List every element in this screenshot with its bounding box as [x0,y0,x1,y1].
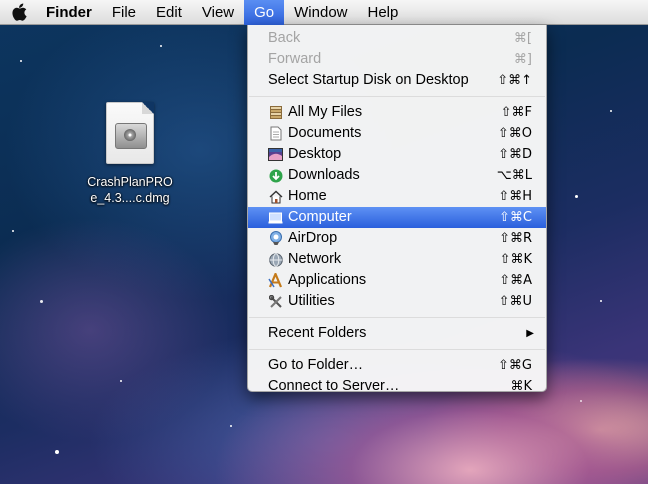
menu-item-label: Go to Folder… [268,357,364,373]
menu-item-documents[interactable]: Documents ⇧⌘O [248,123,546,144]
disk-image-icon[interactable] [106,102,154,164]
menu-item-label: Connect to Server… [268,378,400,394]
star [610,110,612,112]
shortcut: ⇧⌘D [498,147,532,162]
menu-item-label: Home [288,188,327,204]
menu-window[interactable]: Window [284,0,357,25]
star [575,195,578,198]
menu-item-desktop[interactable]: Desktop ⇧⌘D [248,144,546,165]
desktop-file-dmg[interactable]: CrashPlanPRO e_4.3....c.dmg [74,102,186,206]
menu-help[interactable]: Help [358,0,409,25]
shortcut: ⇧⌘A [499,273,532,288]
go-menu: Back ⌘[ Forward ⌘] Select Startup Disk o… [247,25,547,394]
menu-item-utilities[interactable]: Utilities ⇧⌘U [248,291,546,312]
documents-icon [268,126,283,141]
menu-item-computer[interactable]: Computer ⇧⌘C [248,207,546,228]
menu-item-home[interactable]: Home ⇧⌘H [248,186,546,207]
network-icon [268,252,283,267]
menu-separator [249,317,545,318]
menu-item-label: Downloads [288,167,360,183]
apple-logo-icon[interactable] [0,0,40,25]
menu-separator [249,349,545,350]
menu-go[interactable]: Go [244,0,285,25]
desktop-file-label: CrashPlanPRO e_4.3....c.dmg [74,174,186,206]
shortcut: ⌘] [513,52,532,67]
airdrop-icon [268,231,283,246]
menu-item-label: Network [288,251,342,267]
menu-item-recent-folders[interactable]: Recent Folders ▶ [248,323,546,344]
file-label-line2: e_4.3....c.dmg [90,191,170,205]
star [230,425,232,427]
submenu-arrow-icon: ▶ [526,328,534,339]
menu-item-label: Select Startup Disk on Desktop [268,72,469,88]
menu-item-label: Applications [288,272,367,288]
utilities-icon [268,294,283,309]
applications-icon [268,273,283,288]
menu-item-label: Forward [268,51,322,67]
menu-item-label: Documents [288,125,362,141]
menu-item-label: Recent Folders [268,325,367,341]
desktop-icon [268,147,283,162]
menu-edit[interactable]: Edit [146,0,192,25]
star [40,300,43,303]
shortcut: ⇧⌘U [498,294,532,309]
downloads-icon [268,168,283,183]
shortcut: ⇧⌘F [500,105,532,120]
menu-item-back[interactable]: Back ⌘[ [248,28,546,49]
menu-item-applications[interactable]: Applications ⇧⌘A [248,270,546,291]
menu-item-airdrop[interactable]: AirDrop ⇧⌘R [248,228,546,249]
star [12,230,14,232]
shortcut: ⇧⌘K [499,252,532,267]
menu-item-network[interactable]: Network ⇧⌘K [248,249,546,270]
menu-item-connect-to-server[interactable]: Connect to Server… ⌘K [248,376,546,397]
star [160,45,162,47]
computer-icon [268,210,283,225]
shortcut: ⇧⌘G [498,358,532,373]
menu-file[interactable]: File [102,0,146,25]
menu-item-label: All My Files [288,104,363,120]
menu-item-select-startup-disk[interactable]: Select Startup Disk on Desktop ⇧⌘↑ [248,70,546,91]
menu-item-downloads[interactable]: Downloads ⌥⌘L [248,165,546,186]
menu-item-label: Back [268,30,301,46]
star [20,60,22,62]
star [55,450,59,454]
menu-item-label: Computer [288,209,352,225]
all-my-files-icon [268,105,283,120]
menu-separator [249,96,545,97]
shortcut: ⌘K [510,379,532,394]
menu-view[interactable]: View [192,0,244,25]
shortcut: ⇧⌘R [499,231,532,246]
menu-item-label: AirDrop [288,230,338,246]
shortcut: ⇧⌘H [498,189,532,204]
home-icon [268,189,283,204]
menu-bar: Finder File Edit View Go Window Help [0,0,648,25]
shortcut: ⌥⌘L [496,168,532,183]
file-label-line1: CrashPlanPRO [87,175,173,189]
menu-item-label: Desktop [288,146,342,162]
shortcut: ⇧⌘O [497,126,532,141]
menu-item-label: Utilities [288,293,335,309]
star [120,380,122,382]
menu-item-all-my-files[interactable]: All My Files ⇧⌘F [248,102,546,123]
shortcut: ⇧⌘↑ [497,73,532,88]
shortcut: ⇧⌘C [499,210,532,225]
menu-item-go-to-folder[interactable]: Go to Folder… ⇧⌘G [248,355,546,376]
star [600,300,602,302]
shortcut: ⌘[ [513,31,532,46]
menu-item-forward[interactable]: Forward ⌘] [248,49,546,70]
menu-finder[interactable]: Finder [40,0,102,25]
star [580,400,582,402]
